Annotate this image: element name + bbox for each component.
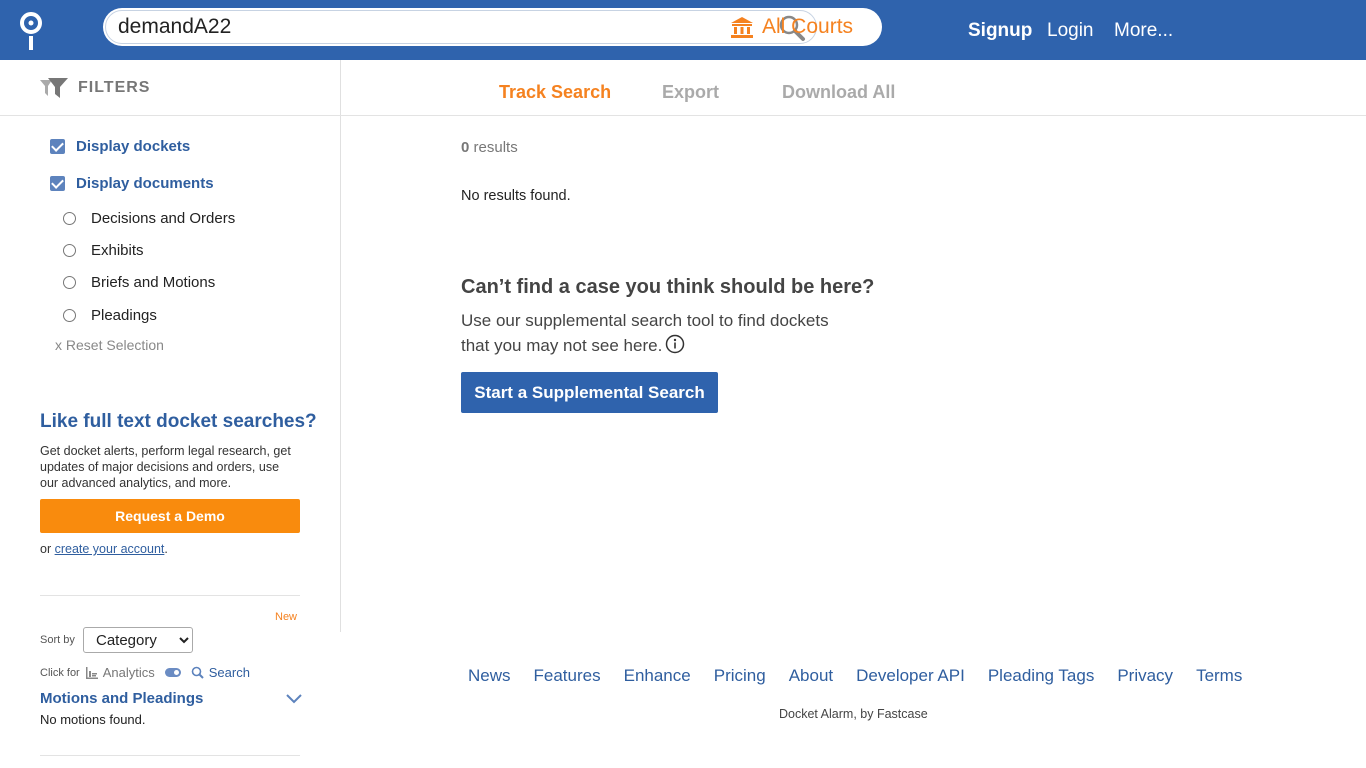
footer-link-enhance[interactable]: Enhance — [624, 666, 691, 686]
tab-track-search[interactable]: Track Search — [499, 82, 611, 103]
header-divider — [0, 115, 1366, 116]
footer-link-privacy[interactable]: Privacy — [1117, 666, 1173, 686]
footer-link-features[interactable]: Features — [534, 666, 601, 686]
display-dockets-checkbox[interactable]: Display dockets — [50, 138, 190, 155]
radio-button[interactable] — [63, 244, 76, 257]
checkbox-label: Display dockets — [76, 138, 191, 155]
footer-link-pleading-tags[interactable]: Pleading Tags — [988, 666, 1095, 686]
create-account-link[interactable]: create your account — [55, 542, 165, 556]
info-icon[interactable] — [665, 334, 685, 354]
radio-label: Briefs and Motions — [91, 274, 216, 291]
doc-type-radio-decisions[interactable]: Decisions and Orders — [63, 210, 235, 227]
signup-link[interactable]: Signup — [968, 20, 1032, 42]
radio-label: Decisions and Orders — [91, 210, 236, 227]
footer-links: News Features Enhance Pricing About Deve… — [468, 666, 1242, 686]
reset-selection-link[interactable]: x Reset Selection — [55, 337, 164, 353]
footer-credit: Docket Alarm, by Fastcase — [779, 707, 928, 721]
search-label: Search — [208, 665, 250, 680]
analytics-label: Analytics — [102, 665, 155, 680]
login-link[interactable]: Login — [1047, 20, 1094, 42]
start-supplemental-search-button[interactable]: Start a Supplemental Search — [461, 372, 718, 413]
sidebar-divider — [340, 60, 341, 632]
search-input[interactable] — [105, 10, 817, 44]
all-courts-button[interactable]: All Courts — [730, 8, 853, 46]
doc-type-radio-briefs[interactable]: Briefs and Motions — [63, 274, 215, 291]
bar-chart-icon — [85, 666, 98, 679]
all-courts-label: All Courts — [762, 15, 854, 38]
sort-by-select[interactable]: Category — [83, 627, 193, 653]
filters-header[interactable]: FILTERS — [40, 78, 150, 98]
sort-by-label: Sort by — [40, 634, 75, 646]
motions-empty-text: No motions found. — [40, 712, 146, 727]
request-demo-button[interactable]: Request a Demo — [40, 499, 300, 533]
new-badge: New — [275, 611, 298, 623]
search-icon — [191, 666, 204, 679]
analytics-option[interactable]: Analytics — [85, 665, 155, 680]
sidebar-section-divider — [40, 595, 300, 596]
doc-type-radio-pleadings[interactable]: Pleadings — [63, 307, 157, 324]
click-for-row: Click for Analytics Search — [40, 665, 250, 680]
radio-button[interactable] — [63, 309, 76, 322]
filters-label: FILTERS — [78, 79, 151, 96]
supplemental-heading: Can’t find a case you think should be he… — [461, 276, 875, 298]
click-for-label: Click for — [40, 666, 80, 679]
supplemental-text: Use our supplemental search tool to find… — [461, 311, 829, 355]
checkbox-checked-icon[interactable] — [50, 139, 65, 154]
footer-link-pricing[interactable]: Pricing — [714, 666, 766, 686]
courthouse-icon — [731, 17, 753, 38]
more-menu-link[interactable]: More... — [1114, 20, 1173, 42]
radio-button[interactable] — [63, 276, 76, 289]
display-documents-checkbox[interactable]: Display documents — [50, 175, 214, 192]
tab-export[interactable]: Export — [662, 82, 719, 103]
motions-pleadings-title[interactable]: Motions and Pleadings — [40, 690, 203, 707]
footer-link-terms[interactable]: Terms — [1196, 666, 1242, 686]
footer-link-developer-api[interactable]: Developer API — [856, 666, 965, 686]
top-bar: All Courts Signup Login More... — [0, 0, 1366, 60]
footer-link-about[interactable]: About — [789, 666, 833, 686]
docket-alarm-logo-icon[interactable] — [18, 10, 44, 50]
results-count-suffix: results — [469, 139, 518, 156]
sidebar-bottom-divider — [40, 755, 300, 756]
radio-label: Exhibits — [91, 242, 144, 259]
or-prefix: or — [40, 542, 55, 556]
create-account-line: or create your account. — [40, 542, 168, 556]
promo-title: Like full text docket searches? — [40, 411, 317, 432]
radio-button[interactable] — [63, 212, 76, 225]
promo-text: Get docket alerts, perform legal researc… — [40, 444, 291, 490]
filter-funnel-icon — [40, 78, 68, 98]
checkbox-checked-icon[interactable] — [50, 176, 65, 191]
results-count: 0 results — [461, 139, 518, 156]
analytics-search-toggle[interactable] — [164, 668, 181, 677]
search-option[interactable]: Search — [191, 665, 250, 680]
or-suffix: . — [164, 542, 168, 556]
supplemental-text-block: Use our supplemental search tool to find… — [461, 308, 841, 358]
chevron-down-icon[interactable] — [285, 692, 303, 706]
tab-download-all[interactable]: Download All — [782, 82, 895, 103]
checkbox-label: Display documents — [76, 175, 214, 192]
footer-link-news[interactable]: News — [468, 666, 511, 686]
doc-type-radio-exhibits[interactable]: Exhibits — [63, 242, 144, 259]
radio-label: Pleadings — [91, 307, 157, 324]
no-results-message: No results found. — [461, 188, 571, 204]
